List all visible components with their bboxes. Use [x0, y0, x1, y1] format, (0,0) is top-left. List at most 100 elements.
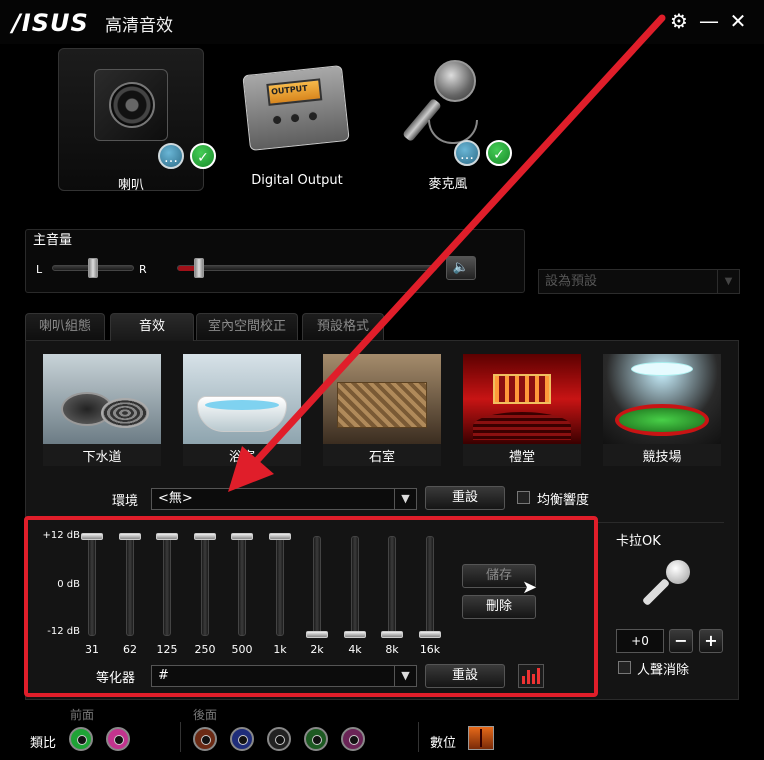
tab-sound-effects[interactable]: 音效: [110, 313, 194, 341]
check-icon: ✓: [190, 143, 216, 169]
auditorium-icon: [463, 354, 581, 444]
mute-speaker-icon[interactable]: 🔈: [446, 256, 476, 280]
env-arena[interactable]: 競技場: [603, 354, 721, 466]
eq-band-frequency-label: 250: [194, 643, 216, 656]
eq-band-frequency-label: 8k: [385, 643, 399, 656]
chat-bubble-icon: …: [454, 140, 480, 166]
eq-db-mid-label: 0 dB: [57, 579, 80, 590]
eq-band-thumb[interactable]: [194, 533, 216, 540]
eq-band-track[interactable]: [163, 536, 171, 636]
check-icon: ✓: [486, 140, 512, 166]
tab-default-format[interactable]: 預設格式: [302, 313, 384, 340]
eq-band-thumb[interactable]: [119, 533, 141, 540]
settings-gear-icon[interactable]: ⚙: [667, 8, 691, 34]
env-label: 石室: [368, 450, 395, 465]
environment-label: 環境: [112, 494, 139, 509]
env-auditorium[interactable]: 禮堂: [463, 354, 581, 466]
microphone-icon: … ✓: [398, 60, 512, 166]
chevron-down-icon: ▼: [717, 270, 739, 293]
device-digital-output[interactable]: OUTPUT Digital Output: [224, 48, 370, 191]
eq-band-frequency-label: 4k: [348, 643, 362, 656]
eq-db-bottom-label: -12 dB: [47, 626, 80, 637]
eq-band-frequency-label: 31: [85, 643, 99, 656]
digital-output-jack-icon[interactable]: [468, 726, 494, 750]
equalizer-reset-button[interactable]: 重設: [425, 664, 505, 688]
device-label: 麥克風: [428, 177, 468, 192]
eq-band-thumb[interactable]: [381, 631, 403, 638]
eq-band-frequency-label: 16k: [419, 643, 441, 656]
eq-band-frequency-label: 500: [231, 643, 253, 656]
chevron-down-icon: ▼: [394, 666, 416, 686]
front-audio-jack-icon[interactable]: [69, 727, 93, 751]
env-label: 競技場: [642, 450, 682, 465]
master-volume-title: 主音量: [33, 233, 73, 248]
eq-band-track[interactable]: [313, 536, 321, 636]
eq-band-track[interactable]: [351, 536, 359, 636]
device-label: Digital Output: [251, 173, 343, 188]
eq-band-track[interactable]: [126, 536, 134, 636]
asus-logo: /ISUS: [12, 9, 89, 37]
environment-reset-button[interactable]: 重設: [425, 486, 505, 510]
balance-left-label: L: [36, 263, 43, 276]
eq-delete-button[interactable]: 刪除: [462, 595, 536, 619]
environment-dropdown[interactable]: <無> ▼: [151, 488, 417, 510]
eq-band-track[interactable]: [88, 536, 96, 636]
minimize-button[interactable]: —: [697, 8, 721, 34]
eq-band-thumb[interactable]: [419, 631, 441, 638]
vocal-cancel-label: 人聲消除: [637, 663, 690, 678]
divider: [180, 722, 181, 752]
eq-band-thumb[interactable]: [81, 533, 103, 540]
eq-band-thumb[interactable]: [156, 533, 178, 540]
chevron-down-icon: ▼: [394, 489, 416, 509]
rear-jacks-label: 後面: [193, 708, 218, 722]
karaoke-microphone-icon: [636, 560, 696, 610]
volume-slider-thumb[interactable]: [194, 258, 204, 278]
karaoke-minus-button[interactable]: −: [669, 629, 693, 653]
rear-audio-jack-icon[interactable]: [341, 727, 365, 751]
env-bathroom[interactable]: 浴室: [183, 354, 301, 466]
balance-slider-thumb[interactable]: [88, 258, 98, 278]
loudness-equalization-checkbox[interactable]: [517, 491, 530, 504]
env-stone-room[interactable]: 石室: [323, 354, 441, 466]
device-speaker[interactable]: … ✓ 喇叭: [58, 48, 216, 193]
vocal-cancel-checkbox[interactable]: [618, 661, 631, 674]
rear-audio-jack-icon[interactable]: [230, 727, 254, 751]
eq-band-thumb[interactable]: [344, 631, 366, 638]
device-microphone[interactable]: … ✓ 麥克風: [375, 48, 521, 192]
karaoke-plus-button[interactable]: +: [699, 629, 723, 653]
tab-speaker-config[interactable]: 喇叭組態: [25, 313, 105, 340]
eq-band-track[interactable]: [276, 536, 284, 636]
eq-band-frequency-label: 2k: [310, 643, 324, 656]
tab-room-correction[interactable]: 室內空間校正: [196, 313, 298, 340]
env-label: 下水道: [82, 450, 122, 465]
eq-band-frequency-label: 125: [156, 643, 178, 656]
eq-band-thumb[interactable]: [306, 631, 328, 638]
equalizer-label: 等化器: [96, 671, 136, 686]
rear-audio-jack-icon[interactable]: [267, 727, 291, 751]
set-default-dropdown[interactable]: 設為預設 ▼: [538, 269, 740, 294]
equalizer-preset-dropdown[interactable]: # ▼: [151, 665, 417, 687]
eq-band-thumb[interactable]: [231, 533, 253, 540]
rear-audio-jack-icon[interactable]: [304, 727, 328, 751]
environment-value: <無>: [158, 491, 193, 506]
eq-band-track[interactable]: [426, 536, 434, 636]
eq-band-frequency-label: 62: [123, 643, 137, 656]
front-audio-jack-icon[interactable]: [106, 727, 130, 751]
eq-band-track[interactable]: [238, 536, 246, 636]
digital-label: 數位: [430, 736, 457, 751]
rear-audio-jack-icon[interactable]: [193, 727, 217, 751]
eq-band-track[interactable]: [201, 536, 209, 636]
env-sewer[interactable]: 下水道: [43, 354, 161, 466]
bathroom-icon: [183, 354, 301, 444]
karaoke-key-value: +0: [616, 629, 664, 653]
eq-db-top-label: +12 dB: [42, 530, 81, 541]
eq-band-track[interactable]: [388, 536, 396, 636]
close-button[interactable]: ✕: [726, 8, 750, 34]
equalizer-graph-icon[interactable]: [518, 664, 544, 688]
volume-slider-track[interactable]: [177, 265, 437, 271]
karaoke-title: 卡拉OK: [616, 534, 661, 549]
balance-right-label: R: [139, 263, 147, 276]
eq-band-thumb[interactable]: [269, 533, 291, 540]
stone-room-icon: [323, 354, 441, 444]
sewer-icon: [43, 354, 161, 444]
